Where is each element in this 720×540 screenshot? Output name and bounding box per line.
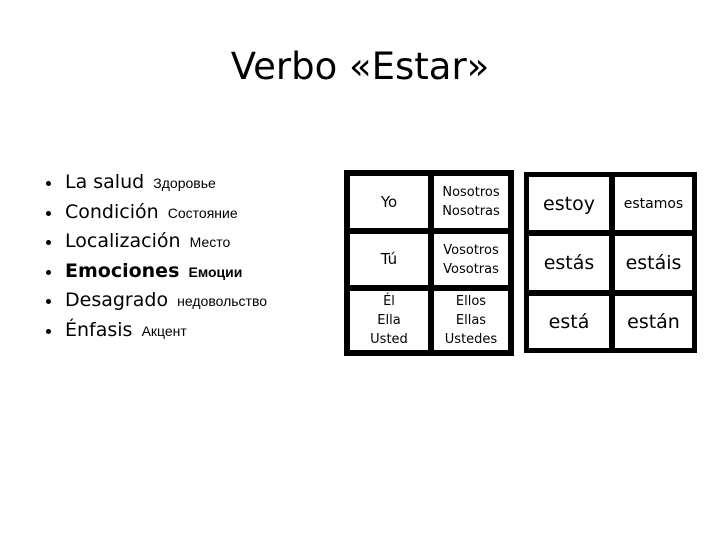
pronoun-text: Nosotras [442, 204, 500, 219]
use-spanish: Condición [65, 200, 159, 223]
bullet-icon [46, 299, 51, 304]
pronoun-cell-ellos: Ellos Ellas Ustedes [434, 291, 508, 350]
use-russian: Акцент [141, 322, 187, 339]
pronoun-text: Tú [380, 250, 398, 268]
verb-form: estáis [625, 252, 682, 274]
use-item-localizacion: Localización Место [46, 227, 267, 257]
verb-form: está [548, 311, 590, 333]
use-item-emociones: Emociones Емоции [46, 257, 267, 287]
verb-form: están [627, 311, 680, 333]
use-item-condicion: Condición Состояние [46, 198, 267, 228]
conjugation-table: estoy estamos estás estáis está están [524, 172, 697, 353]
use-russian: Здоровье [153, 175, 216, 191]
pronoun-text: Usted [370, 332, 408, 347]
bullet-icon [46, 181, 51, 186]
pronoun-table: Yo Nosotros Nosotras Tú Vosotros Vosotra… [344, 170, 514, 356]
conjugation-cell-3p: están [615, 296, 692, 348]
slide-title: Verbo «Estar» [230, 45, 490, 88]
conjugation-cell-1s: estoy [529, 177, 609, 230]
use-spanish: Emociones [65, 259, 180, 282]
pronoun-cell-tu: Tú [350, 234, 428, 285]
bullet-icon [46, 210, 51, 216]
use-item-enfasis: Énfasis Акцент [46, 316, 267, 346]
use-russian: Место [189, 234, 231, 250]
pronoun-text: Yo [380, 192, 398, 211]
pronoun-text: Ellos [455, 294, 487, 309]
verb-form: estamos [623, 195, 684, 212]
bullet-icon [46, 240, 51, 245]
conjugation-cell-1p: estamos [615, 177, 692, 230]
verb-form: estás [543, 252, 595, 274]
pronoun-cell-nosotros: Nosotros Nosotras [434, 176, 508, 228]
conjugation-cell-2p: estáis [615, 236, 692, 290]
pronoun-text: Nosotros [442, 185, 500, 200]
pronoun-cell-el: Él Ella Usted [350, 291, 428, 350]
use-item-desagrado: Desagrado недовольство [46, 286, 267, 316]
pronoun-text: Ellas [455, 313, 487, 328]
conjugation-cell-2s: estás [529, 236, 609, 290]
use-russian: Состояние [167, 204, 238, 221]
use-russian: Емоции [188, 263, 243, 280]
pronoun-cell-yo: Yo [350, 176, 428, 228]
pronoun-text: Ella [377, 313, 401, 328]
pronoun-text: Ustedes [444, 332, 498, 347]
pronoun-cell-vosotros: Vosotros Vosotras [434, 234, 508, 285]
pronoun-text: Vosotras [443, 261, 499, 277]
verb-form: estoy [543, 192, 595, 215]
use-spanish: Énfasis [65, 318, 133, 341]
pronoun-text: Él [383, 294, 395, 309]
use-russian: недовольство [177, 293, 268, 309]
uses-list: La salud Здоровье Condición Состояние Lo… [46, 168, 267, 345]
use-spanish: Localización [65, 230, 181, 252]
conjugation-cell-3s: está [529, 296, 609, 348]
pronoun-text: Vosotros [443, 242, 499, 258]
use-spanish: Desagrado [65, 289, 169, 311]
use-spanish: La salud [65, 171, 145, 193]
bullet-icon [46, 328, 51, 334]
use-item-salud: La salud Здоровье [46, 168, 267, 198]
bullet-icon [46, 269, 51, 275]
